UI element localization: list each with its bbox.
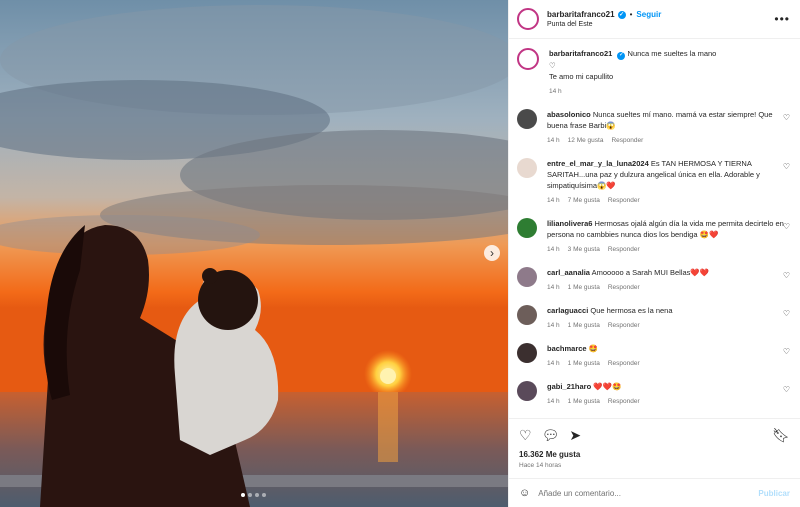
author-avatar[interactable]: [517, 8, 539, 30]
reply-button[interactable]: Responder: [608, 244, 640, 255]
commenter-username[interactable]: bachmarce: [547, 344, 587, 353]
comment-text: Amooooo a Sarah MUI Bellas❤️❤️: [591, 267, 710, 277]
comment-likes[interactable]: 7 Me gusta: [568, 195, 600, 206]
commenter-username[interactable]: abasolonico: [547, 110, 591, 119]
comment-icon[interactable]: 💬︎: [542, 427, 560, 444]
comment-like-heart-icon[interactable]: ♡: [783, 385, 790, 394]
comment-like-heart-icon[interactable]: ♡: [783, 347, 790, 356]
share-icon[interactable]: ➤: [569, 427, 581, 444]
reply-button[interactable]: Responder: [608, 396, 640, 407]
comment-like-heart-icon[interactable]: ♡: [783, 271, 790, 280]
verified-badge-icon: ✓: [617, 51, 626, 60]
commenter-avatar[interactable]: [517, 342, 537, 363]
reply-button[interactable]: Responder: [608, 195, 640, 206]
caption-avatar[interactable]: [517, 48, 539, 70]
commenter-avatar[interactable]: [517, 266, 537, 287]
comment-likes[interactable]: 1 Me gusta: [568, 320, 600, 331]
verified-badge-icon: ✓: [617, 10, 626, 19]
caption-username[interactable]: barbaritafranco21: [549, 49, 612, 58]
post-caption: barbaritafranco21 ✓ Nunca me sueltes la …: [517, 40, 790, 97]
post-image[interactable]: ›: [0, 0, 508, 507]
emoji-icon[interactable]: ☺: [519, 487, 530, 499]
carousel-dot: [262, 493, 266, 497]
carousel-dot: [241, 493, 245, 497]
bookmark-icon[interactable]: 🔖︎: [772, 427, 790, 444]
likes-count[interactable]: 16.362 Me gusta: [509, 444, 800, 459]
commenter-username[interactable]: gabi_21haro: [547, 382, 591, 391]
comment-item: bachmarce 🤩 14 h 1 Me gusta Responder ♡: [517, 342, 790, 369]
comment-text: Que hermosa es la nena: [590, 305, 673, 315]
caption-time[interactable]: 14 h: [549, 86, 562, 97]
comment-time[interactable]: 14 h: [547, 358, 560, 369]
comment-likes[interactable]: 1 Me gusta: [568, 396, 600, 407]
comment-item: lilianolivera6 Hermosas ojalá algún día …: [517, 217, 790, 255]
comment-like-heart-icon[interactable]: ♡: [783, 222, 790, 231]
comment-text: 🤩: [588, 343, 599, 353]
post-actions: ♡ 💬︎ ➤ 🔖︎ 16.362 Me gusta Hace 14 horas …: [509, 418, 800, 507]
comment-item: carlaguacci Que hermosa es la nena 14 h 1 …: [517, 304, 790, 331]
comment-item: gabi_21haro ❤️❤️🤩 14 h 1 Me gusta Responder…: [517, 380, 790, 407]
comment-time[interactable]: 14 h: [547, 320, 560, 331]
commenter-avatar[interactable]: [517, 108, 537, 129]
commenter-avatar[interactable]: [517, 157, 537, 178]
separator: •: [629, 10, 633, 19]
commenter-username[interactable]: carlaguacci: [547, 306, 588, 315]
comment-like-heart-icon[interactable]: ♡: [783, 113, 790, 122]
comment-input[interactable]: Añade un comentario...: [538, 489, 621, 498]
post-modal: › barbaritafranco21 ✓ • Seguir Punta del…: [0, 0, 800, 507]
caption-text: Nunca me sueltes la mano: [627, 49, 717, 58]
post-header: barbaritafranco21 ✓ • Seguir Punta del E…: [509, 0, 800, 39]
post-location[interactable]: Punta del Este: [547, 21, 774, 28]
carousel-dot: [255, 493, 259, 497]
commenter-username[interactable]: entre_el_mar_y_la_luna2024: [547, 159, 649, 168]
reply-button[interactable]: Responder: [608, 358, 640, 369]
comment-likes[interactable]: 1 Me gusta: [568, 358, 600, 369]
comment-item: carl_aanalia Amooooo a Sarah MUI Bellas❤…: [517, 266, 790, 293]
add-comment-bar: ☺ Añade un comentario... Publicar: [509, 478, 800, 507]
comment-time[interactable]: 14 h: [547, 195, 560, 206]
comment-time[interactable]: 14 h: [547, 135, 560, 146]
reply-button[interactable]: Responder: [611, 135, 643, 146]
comment-time[interactable]: 14 h: [547, 396, 560, 407]
carousel-dot: [248, 493, 252, 497]
comment-like-heart-icon[interactable]: ♡: [783, 162, 790, 171]
caption-heart: ♡: [549, 60, 556, 70]
commenter-avatar[interactable]: [517, 217, 537, 238]
author-username[interactable]: barbaritafranco21: [547, 10, 615, 19]
follow-button[interactable]: Seguir: [636, 10, 661, 19]
comment-time[interactable]: 14 h: [547, 282, 560, 293]
commenter-username[interactable]: lilianolivera6: [547, 219, 592, 228]
commenter-username[interactable]: carl_aanalia: [547, 268, 590, 277]
more-options-icon[interactable]: •••: [774, 12, 790, 26]
reply-button[interactable]: Responder: [608, 320, 640, 331]
comment-likes[interactable]: 12 Me gusta: [568, 135, 604, 146]
post-panel: barbaritafranco21 ✓ • Seguir Punta del E…: [508, 0, 800, 507]
carousel-indicator: [241, 493, 266, 497]
comments-list[interactable]: barbaritafranco21 ✓ Nunca me sueltes la …: [509, 40, 800, 416]
comment-text: ❤️❤️🤩: [593, 381, 622, 391]
post-time: Hace 14 horas: [519, 462, 562, 469]
caption-text-2: Te amo mi capullito: [549, 71, 614, 81]
publish-button[interactable]: Publicar: [758, 489, 790, 498]
sunset-photo: [0, 0, 508, 507]
comment-likes[interactable]: 3 Me gusta: [568, 244, 600, 255]
commenter-avatar[interactable]: [517, 304, 537, 325]
comment-time[interactable]: 14 h: [547, 244, 560, 255]
like-heart-icon[interactable]: ♡: [519, 427, 532, 444]
next-image-button[interactable]: ›: [484, 245, 500, 261]
commenter-avatar[interactable]: [517, 380, 537, 401]
comment-like-heart-icon[interactable]: ♡: [783, 309, 790, 318]
reply-button[interactable]: Responder: [608, 282, 640, 293]
comment-item: entre_el_mar_y_la_luna2024 Es TAN HERMOS…: [517, 157, 790, 206]
comment-item: abasolonico Nunca sueltes mí mano. mamá …: [517, 108, 790, 146]
comment-likes[interactable]: 1 Me gusta: [568, 282, 600, 293]
